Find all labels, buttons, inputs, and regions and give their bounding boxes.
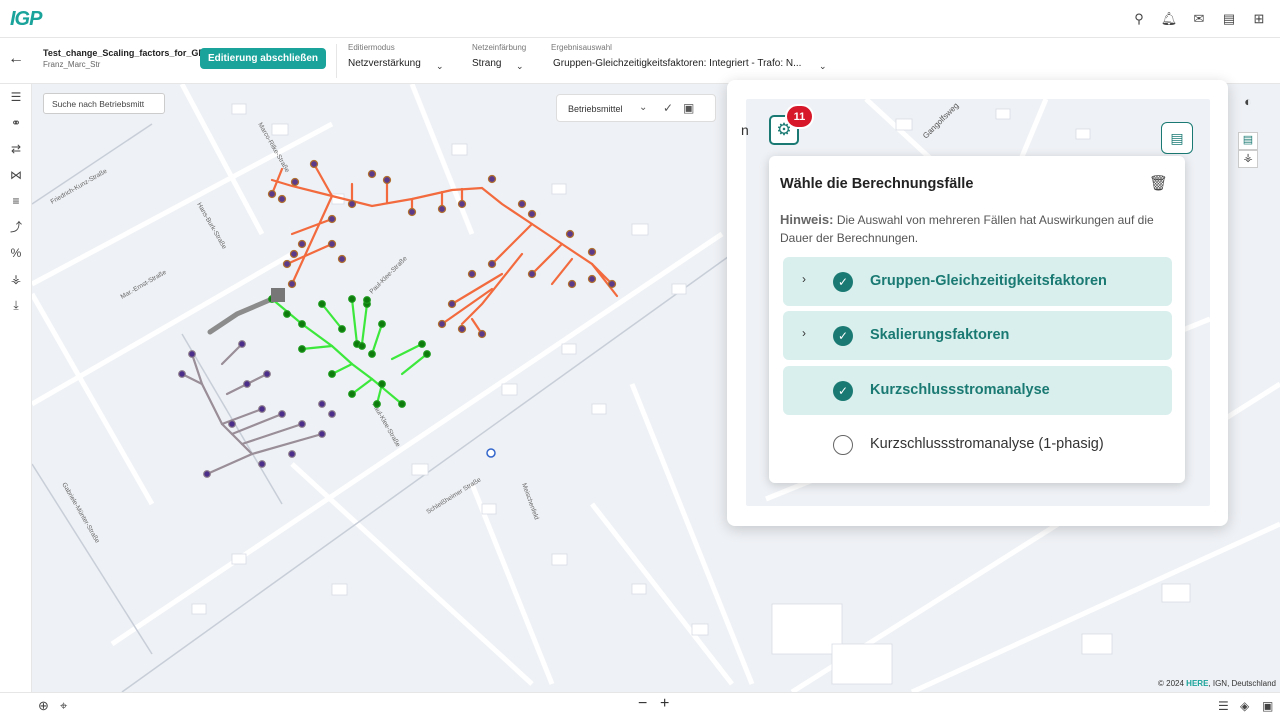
hierarchy-icon[interactable]: ⚶ — [0, 266, 32, 292]
case-item-kurzschluss-1phasig[interactable]: Kurzschlussstromanalyse (1-phasig) — [783, 420, 1172, 469]
hint-text: Hinweis: Die Auswahl von mehreren Fällen… — [780, 211, 1176, 247]
transit-stop-icon — [486, 448, 496, 458]
document-icon[interactable]: ▤ — [1220, 10, 1238, 28]
edit-mode-value: Netzverstärkung — [348, 58, 421, 69]
copyright-text: , IGN, Deutschland — [1208, 679, 1276, 688]
dialog-title: Wähle die Berechnungsfälle — [780, 176, 974, 192]
percent-icon[interactable]: % — [0, 240, 32, 266]
locate-icon[interactable]: ⌖ — [60, 698, 67, 714]
chevron-right-icon[interactable]: › — [802, 272, 806, 286]
finish-editing-button[interactable]: Editierung abschließen — [200, 48, 327, 69]
network-coloring-dropdown[interactable]: Netzeinfärbung Strang ⌄ — [472, 43, 532, 71]
bell-icon[interactable]: 🔔︎ — [1160, 10, 1178, 28]
list-icon[interactable]: ☰ — [0, 84, 32, 110]
binoculars-icon[interactable]: ⚭ — [0, 110, 32, 136]
image-icon[interactable]: ▣ — [1262, 699, 1273, 713]
download-icon[interactable]: ⤓ — [0, 292, 32, 318]
network-icon[interactable]: ⋈ — [0, 162, 32, 188]
top-bar: IGP ⚲ 🔔︎ ✉ ▤ ⊞ — [0, 0, 1280, 38]
checkbox-unchecked[interactable] — [833, 435, 853, 455]
equipment-toolbar: Betriebsmittel ⌄ ✓ ▣ — [556, 94, 716, 122]
layers-icon[interactable]: ◈ — [1240, 699, 1249, 713]
checkbox-checked[interactable]: ✓ — [833, 272, 853, 292]
case-label: Gruppen-Gleichzeitigkeitsfaktoren — [870, 273, 1107, 289]
equipment-dropdown[interactable]: Betriebsmittel — [568, 104, 623, 114]
project-user: Franz_Marc_Str — [43, 60, 101, 69]
apps-grid-icon[interactable]: ⊞ — [1250, 10, 1268, 28]
top-icons: ⚲ 🔔︎ ✉ ▤ ⊞ — [1130, 10, 1268, 28]
network-coloring-label: Netzeinfärbung — [472, 43, 527, 52]
case-label: Kurzschlussstromanalyse — [870, 382, 1050, 398]
palette-icon[interactable]: ◐ — [1238, 94, 1258, 114]
case-item-kurzschluss[interactable]: ✓ Kurzschlussstromanalyse — [783, 366, 1172, 415]
copyright-brand: HERE — [1186, 679, 1209, 688]
chevron-right-icon[interactable]: › — [802, 326, 806, 340]
street-label: Gabriele-Münter-Straße — [60, 482, 101, 545]
chevron-down-icon: ⌄ — [436, 61, 444, 71]
result-selection-dropdown[interactable]: Ergebnisauswahl Gruppen-Gleichzeitigkeit… — [551, 43, 836, 71]
chevron-down-icon[interactable]: ⌄ — [639, 102, 647, 113]
editor-toolbar: ← Test_change_Scaling_factors_for_GP Fra… — [0, 38, 1280, 84]
street-label: Paul-Klee-Straße — [370, 402, 401, 449]
app-logo[interactable]: IGP — [10, 8, 42, 31]
map-view-icon[interactable]: ▤ — [1238, 132, 1258, 150]
street-label: Paul-Klee-Straße — [368, 255, 408, 295]
street-label: Mar.-Ernst-Straße — [120, 269, 169, 301]
street-label: Hans-Burk-Straße — [195, 202, 227, 251]
calculation-cases-dialog: Wähle die Berechnungsfälle 🗑︎ Hinweis: D… — [769, 156, 1185, 483]
chart-icon[interactable]: ⤴ — [0, 214, 32, 240]
right-map-tools: ◐ ▤ ⚶ — [1238, 94, 1260, 168]
trash-icon[interactable]: 🗑︎ — [1149, 174, 1168, 192]
case-item-skalierung[interactable]: › ✓ Skalierungsfaktoren — [783, 311, 1172, 360]
hint-label: Hinweis: — [780, 212, 834, 227]
edit-mode-label: Editiermodus — [348, 43, 395, 52]
copyright-year: © 2024 — [1158, 679, 1184, 688]
street-label: Schleißheimer Straße — [425, 476, 482, 515]
map-copyright: © 2024 HERE, IGN, Deutschland — [1158, 679, 1276, 688]
map-toggle-button[interactable]: ▤ — [1161, 122, 1193, 154]
save-icon[interactable]: ▣ — [683, 101, 694, 115]
filter-list-icon[interactable]: ≡ — [0, 188, 32, 214]
zoom-in-icon[interactable]: + — [660, 695, 669, 713]
left-tool-rail: ☰ ⚭ ⇄ ⋈ ≡ ⤴ % ⚶ ⤓ — [0, 84, 32, 692]
case-item-gruppen[interactable]: › ✓ Gruppen-Gleichzeitigkeitsfaktoren — [783, 257, 1172, 306]
map-icon: ▤ — [1170, 129, 1184, 146]
result-selection-value: Gruppen-Gleichzeitigkeitsfaktoren: Integ… — [553, 58, 802, 69]
checkbox-checked[interactable]: ✓ — [833, 326, 853, 346]
graph-icon[interactable]: ⚲ — [1130, 10, 1148, 28]
case-label: Skalierungsfaktoren — [870, 327, 1010, 343]
result-selection-label: Ergebnisauswahl — [551, 43, 612, 52]
hint-body: Die Auswahl von mehreren Fällen hat Ausw… — [780, 213, 1154, 245]
search-input[interactable]: Suche nach Betriebsmitt — [43, 93, 165, 114]
chevron-down-icon: ⌄ — [819, 61, 827, 71]
calculation-panel: Gangolfsweg n ⚙ 11 ▤ Wähle die Berechnun… — [727, 80, 1228, 526]
notification-badge: 11 — [785, 104, 814, 129]
network-view-icon[interactable]: ⚶ — [1238, 150, 1258, 168]
divider — [336, 44, 337, 78]
mail-icon[interactable]: ✉ — [1190, 10, 1208, 28]
swap-icon[interactable]: ⇄ — [0, 136, 32, 162]
zoom-out-icon[interactable]: − — [638, 695, 647, 713]
globe-icon[interactable]: ⊕ — [38, 698, 49, 714]
back-arrow-icon[interactable]: ← — [8, 50, 24, 68]
check-circle-icon[interactable]: ✓ — [663, 101, 673, 115]
tab-label-partial: n — [741, 122, 749, 138]
street-label: Gangolfsweg — [921, 101, 960, 140]
street-label: Meischenfeld — [520, 482, 540, 521]
substation-marker[interactable] — [271, 288, 285, 302]
edit-mode-dropdown[interactable]: Editiermodus Netzverstärkung ⌄ — [348, 43, 448, 71]
legend-list-icon[interactable]: ☰ — [1218, 699, 1229, 713]
bottom-bar: ⊕ ⌖ − + ☰ ◈ ▣ — [0, 692, 1280, 720]
case-label: Kurzschlussstromanalyse (1-phasig) — [870, 436, 1104, 452]
project-name: Test_change_Scaling_factors_for_GP — [43, 48, 205, 58]
chevron-down-icon: ⌄ — [516, 61, 524, 71]
checkbox-checked[interactable]: ✓ — [833, 381, 853, 401]
